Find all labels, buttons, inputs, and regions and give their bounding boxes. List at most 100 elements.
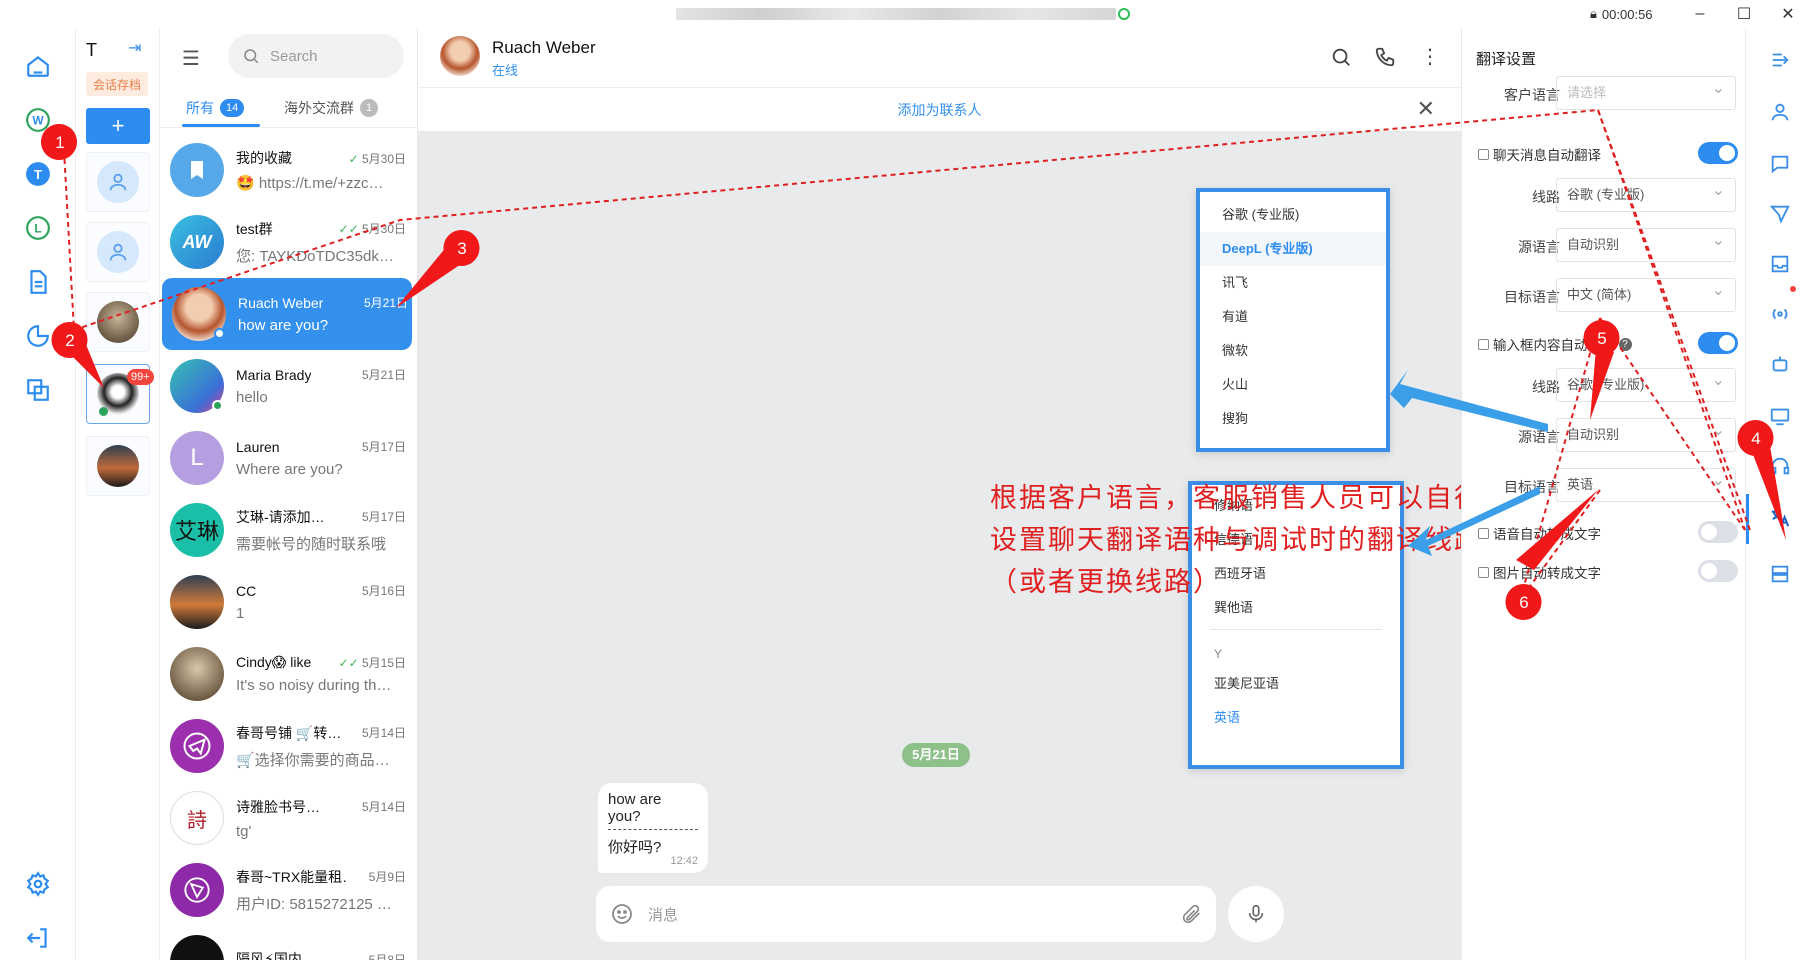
account-slot-1[interactable] xyxy=(86,152,150,212)
chat-name: 我的收藏 xyxy=(236,150,292,166)
route-option[interactable]: 火山 xyxy=(1200,368,1386,402)
message-bubble[interactable]: how are you? 你好吗? 12:42 xyxy=(598,783,708,873)
chat-item-test-group[interactable]: AW test群 ✓✓ 5月30日 您: TAYKDoTDC35dk… xyxy=(160,206,417,278)
chat-avatar: 詩 xyxy=(170,791,224,845)
chat-preview: It's so noisy during th… xyxy=(236,677,392,694)
tab-overseas-group[interactable]: 海外交流群 1 xyxy=(284,98,379,118)
chat-item-ruach-weber[interactable]: Ruach Weber 5月21日 how are you? xyxy=(162,278,412,350)
chat-item-gefeng[interactable]: 隔风⚡国内… 5月8日 xyxy=(160,926,417,960)
more-vertical-icon[interactable]: ⋮ xyxy=(1418,46,1442,70)
account-slot-5[interactable] xyxy=(86,436,150,496)
microphone-icon xyxy=(1248,904,1264,923)
tab-all[interactable]: 所有 14 xyxy=(186,98,245,118)
chat-preview: 用户ID: 5815272125 … xyxy=(236,895,392,913)
inbox-icon[interactable] xyxy=(1768,252,1792,276)
close-icon[interactable]: ✕ xyxy=(1417,96,1435,122)
chat-item-lauren[interactable]: L Lauren 5月17日 Where are you? xyxy=(160,422,417,494)
chat-preview: Where are you? xyxy=(236,461,343,478)
route-option[interactable]: 微软 xyxy=(1200,334,1386,368)
tab-count: 14 xyxy=(220,99,245,117)
whatsapp-icon[interactable]: W xyxy=(24,106,52,134)
route-option[interactable]: 谷歌 (专业版) xyxy=(1200,198,1386,232)
collapse-icon[interactable]: ⇥ xyxy=(128,38,141,58)
contact-name: Ruach Weber xyxy=(492,38,596,57)
route2-row: 线路 谷歌 (专业版) xyxy=(1462,365,1746,404)
chat-name: 诗雅脸书号… xyxy=(236,798,320,815)
image-to-text-switch[interactable] xyxy=(1698,560,1738,582)
language-option[interactable]: 亚美尼亚语 xyxy=(1192,667,1400,701)
source-language2-select[interactable]: 自动识别 xyxy=(1556,415,1736,452)
customer-language-select[interactable]: 请选择 xyxy=(1556,73,1736,110)
settings-gear-icon[interactable] xyxy=(24,870,52,898)
search-icon[interactable] xyxy=(1330,46,1354,70)
emoji-icon[interactable] xyxy=(610,902,634,926)
message-icon[interactable] xyxy=(1768,152,1792,176)
chat-item-shiya[interactable]: 詩 诗雅脸书号… 5月14日 tg' xyxy=(160,782,417,854)
connection-icon xyxy=(1118,8,1130,20)
target-language2-select[interactable]: 英语 xyxy=(1556,465,1736,502)
account-slot-2[interactable] xyxy=(86,222,150,282)
chat-name: 隔风⚡国内… xyxy=(236,951,316,960)
line-icon[interactable]: L xyxy=(24,214,52,242)
language-option-selected[interactable]: 英语 xyxy=(1192,701,1400,735)
session-timer: 🔒︎ 00:00:56 xyxy=(1590,6,1653,22)
target-language-select[interactable]: 中文 (简体) xyxy=(1556,275,1736,312)
svg-text:L: L xyxy=(34,221,41,235)
headset-icon[interactable] xyxy=(1768,454,1792,478)
phone-icon[interactable] xyxy=(1374,46,1398,70)
input-auto-translate-switch[interactable] xyxy=(1698,332,1738,354)
contact-avatar[interactable] xyxy=(440,36,480,76)
screen-share-icon[interactable] xyxy=(1768,404,1792,428)
translate-icon[interactable] xyxy=(1768,506,1792,530)
list-icon[interactable] xyxy=(1768,562,1792,586)
chat-avatar xyxy=(170,647,224,701)
add-contact-link[interactable]: 添加为联系人 xyxy=(418,100,1461,120)
message-input[interactable]: 消息 xyxy=(596,886,1216,942)
maximize-button[interactable]: ☐ xyxy=(1724,2,1764,26)
logout-icon[interactable] xyxy=(24,924,52,952)
settings-title: 翻译设置 xyxy=(1476,51,1537,68)
close-button[interactable]: ✕ xyxy=(1768,2,1808,26)
broadcast-icon[interactable] xyxy=(1768,302,1792,326)
chat-item-maria-brady[interactable]: Maria Brady 5月21日 hello xyxy=(160,350,417,422)
auto-translate-switch[interactable] xyxy=(1698,142,1738,164)
account-slot-3[interactable] xyxy=(86,292,150,352)
route-option-selected[interactable]: DeepL (专业版) xyxy=(1200,232,1386,266)
document-icon[interactable] xyxy=(24,268,52,296)
chat-item-cc[interactable]: CC 5月16日 1 xyxy=(160,566,417,638)
help-icon[interactable]: ? xyxy=(1618,337,1632,351)
translate-icon[interactable] xyxy=(24,376,52,404)
microphone-button[interactable] xyxy=(1228,886,1284,942)
menu-icon[interactable]: ☰ xyxy=(182,46,200,71)
add-account-button[interactable]: + xyxy=(86,108,150,144)
pie-chart-icon[interactable] xyxy=(24,322,52,350)
chat-preview: 您: TAYKDoTDC35dk… xyxy=(236,247,394,265)
chat-item-favorites[interactable]: 我的收藏 ✓ 5月30日 🤩 https://t.me/+zzc… xyxy=(160,134,417,206)
bookmark-icon xyxy=(170,143,224,197)
robot-icon[interactable] xyxy=(1768,352,1792,376)
user-icon[interactable] xyxy=(1768,100,1792,124)
telegram-icon[interactable]: T xyxy=(24,160,52,188)
collapse-panel-icon[interactable] xyxy=(1768,48,1792,72)
route-select[interactable]: 谷歌 (专业版) xyxy=(1556,175,1736,212)
home-icon[interactable] xyxy=(24,52,52,80)
attachment-icon[interactable] xyxy=(1180,903,1202,925)
minimize-button[interactable]: – xyxy=(1680,2,1720,26)
route-option[interactable]: 搜狗 xyxy=(1200,402,1386,436)
chat-name: Ruach Weber xyxy=(238,294,324,311)
account-slot-4[interactable]: 99+ xyxy=(86,364,154,424)
chat-name: CC xyxy=(236,582,257,599)
route-option[interactable]: 有道 xyxy=(1200,300,1386,334)
send-icon[interactable] xyxy=(1768,202,1792,226)
route2-select[interactable]: 谷歌 (专业版) xyxy=(1556,365,1736,402)
voice-to-text-switch[interactable] xyxy=(1698,521,1738,543)
route-option[interactable]: 讯飞 xyxy=(1200,266,1386,300)
lock-icon: 🔒︎ xyxy=(1590,6,1597,21)
chat-item-cindy[interactable]: Cindy😱 like ✓✓ 5月15日 It's so noisy during … xyxy=(160,638,417,710)
chat-item-chunge-trx[interactable]: 春哥~TRX能量租… 5月9日 用户ID: 5815272125 … xyxy=(160,854,417,926)
search-input[interactable]: Search xyxy=(228,34,404,78)
archive-tag[interactable]: 会话存档 xyxy=(86,72,148,96)
chat-item-ailin[interactable]: 艾琳 艾琳-请添加… 5月17日 需要帐号的随时联系哦 xyxy=(160,494,417,566)
chat-item-chunge-shop[interactable]: 春哥号铺 🛒转… 5月14日 🛒选择你需要的商品… xyxy=(160,710,417,782)
source-language-select[interactable]: 自动识别 xyxy=(1556,225,1736,262)
